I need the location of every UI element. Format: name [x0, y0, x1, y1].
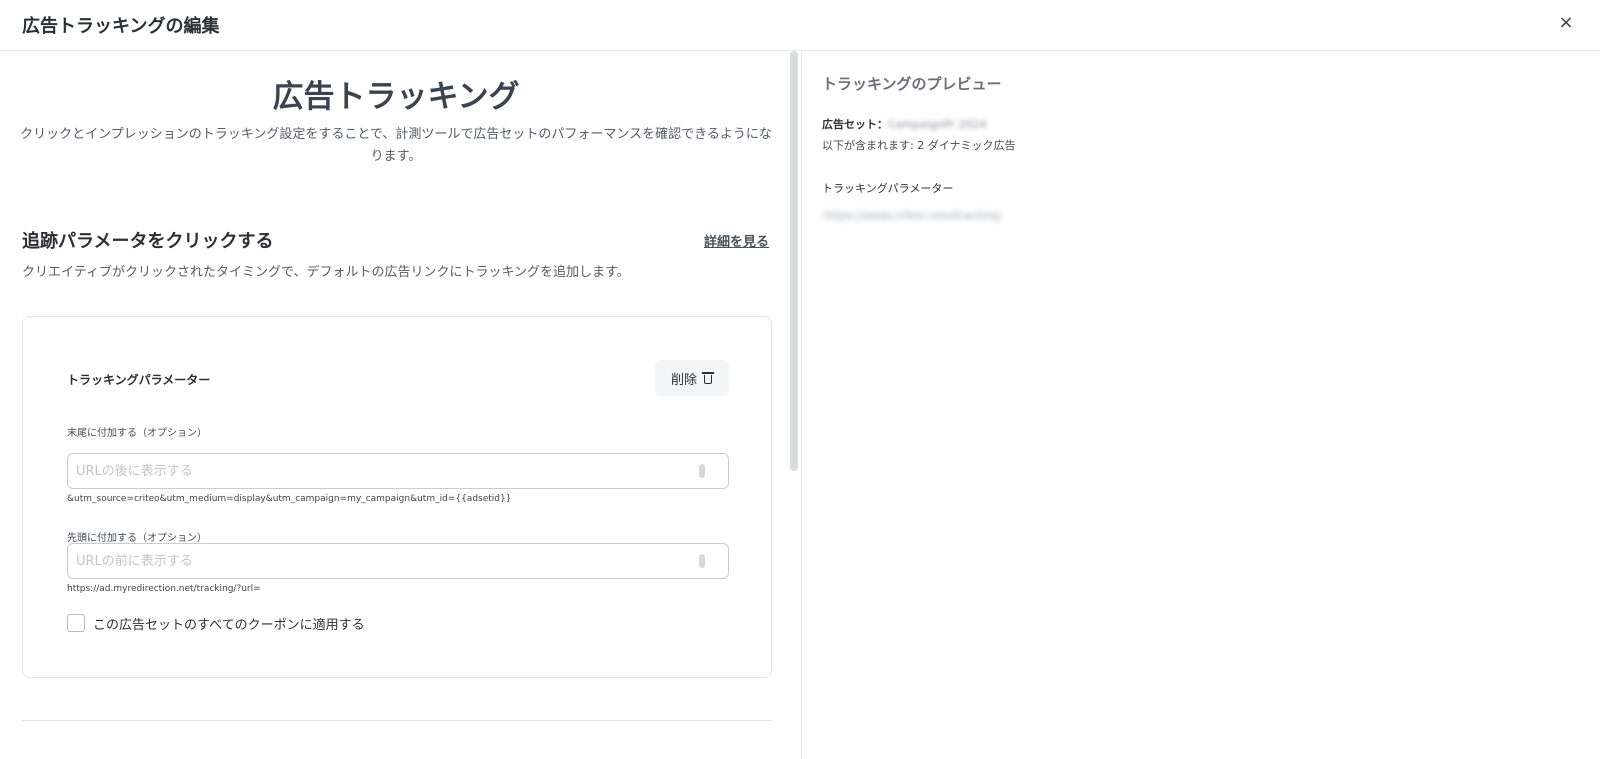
adset-includes: 以下が含まれます: 2 ダイナミック広告: [822, 139, 1016, 152]
click-tracking-section-description: クリエイティブがクリックされたタイミングで、デフォルトの広告リンクにトラッキング…: [22, 265, 630, 280]
suffix-input[interactable]: [67, 453, 729, 489]
details-link[interactable]: 詳細を見る: [704, 231, 769, 250]
apply-all-label[interactable]: この広告セットのすべてのクーポンに適用する: [93, 614, 365, 633]
preview-param-title: トラッキングパラメーター: [822, 182, 954, 195]
dialog-title: 広告トラッキングの編集: [22, 16, 220, 37]
apply-all-checkbox[interactable]: [67, 614, 85, 632]
prefix-resize-handle[interactable]: [699, 554, 705, 568]
adset-row: 広告セット：CampaignPr 2024: [822, 116, 986, 132]
tracking-parameter-card: トラッキングパラメーター 削除 末尾に付加する（オプション） &utm_sour…: [22, 316, 772, 678]
click-tracking-section-title: 追跡パラメータをクリックする: [22, 231, 274, 252]
tracking-form-panel: 広告トラッキング クリックとインプレッションのトラッキング設定をすることで、計測…: [0, 51, 786, 759]
preview-param-value: https://www.criteo.com/tracking: [824, 209, 1000, 222]
dialog-header: 広告トラッキングの編集 ×: [0, 0, 1600, 51]
section-divider: [22, 720, 772, 721]
adset-value: CampaignPr 2024: [888, 118, 987, 131]
adset-key: 広告セット：: [822, 118, 888, 131]
prefix-input[interactable]: [67, 543, 729, 579]
prefix-hint: https://ad.myredirection.net/tracking/?u…: [67, 584, 261, 594]
suffix-resize-handle[interactable]: [699, 464, 705, 478]
tracking-preview-panel: トラッキングのプレビュー 広告セット：CampaignPr 2024 以下が含ま…: [802, 51, 1600, 759]
suffix-field-label: 末尾に付加する（オプション）: [67, 428, 207, 439]
page-title: 広告トラッキング: [272, 79, 520, 115]
suffix-hint: &utm_source=criteo&utm_medium=display&ut…: [67, 494, 512, 504]
close-icon[interactable]: ×: [1556, 13, 1576, 33]
prefix-field-label: 先頭に付加する（オプション）: [67, 533, 207, 544]
left-panel-scrollbar[interactable]: [790, 51, 798, 471]
tracking-parameter-label: トラッキングパラメーター: [67, 373, 211, 387]
page-description: クリックとインプレッションのトラッキング設定をすることで、計測ツールで広告セット…: [20, 127, 772, 164]
delete-button[interactable]: 削除: [655, 360, 729, 396]
trash-icon: [702, 372, 714, 384]
preview-title: トラッキングのプレビュー: [822, 75, 1002, 93]
delete-button-label: 削除: [670, 372, 697, 388]
